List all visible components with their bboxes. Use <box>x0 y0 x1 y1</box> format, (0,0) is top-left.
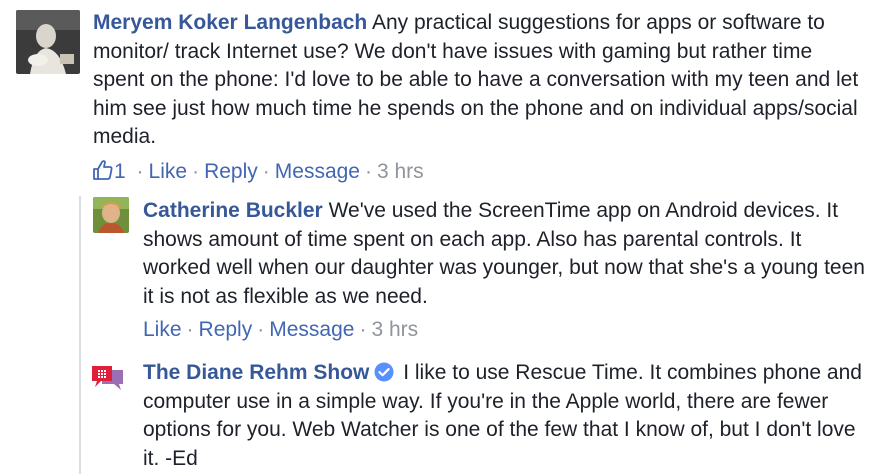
speech-bubbles-logo-icon <box>90 358 126 394</box>
avatar[interactable] <box>93 197 129 233</box>
reply-author[interactable]: The Diane Rehm Show <box>143 361 369 384</box>
thumbs-up-icon <box>93 160 113 180</box>
reply-author[interactable]: Catherine Buckler <box>143 199 323 222</box>
comment-actions: 1 · Like · Reply · Message · 3 hrs <box>92 158 424 186</box>
comment-author[interactable]: Meryem Koker Langenbach <box>93 11 367 34</box>
user-photo-icon <box>16 10 80 74</box>
separator: · <box>257 318 265 341</box>
separator: · <box>192 160 200 183</box>
separator: · <box>262 160 270 183</box>
avatar[interactable] <box>16 10 80 74</box>
reply-actions: Like · Reply · Message · 3 hrs <box>143 316 418 344</box>
comment-body: Meryem Koker Langenbach Any practical su… <box>93 9 863 152</box>
timestamp[interactable]: 3 hrs <box>377 160 424 183</box>
separator: · <box>359 318 367 341</box>
timestamp[interactable]: 3 hrs <box>371 318 418 341</box>
like-count[interactable]: 1 <box>92 160 132 183</box>
reply-button[interactable]: Reply <box>199 318 253 341</box>
like-button[interactable]: Like <box>149 160 188 183</box>
message-button[interactable]: Message <box>275 160 360 183</box>
reply-body: The Diane Rehm Show I like to use Rescue… <box>143 359 873 473</box>
reply-thread-line <box>79 196 81 474</box>
like-button[interactable]: Like <box>143 318 182 341</box>
user-photo-icon <box>93 197 129 233</box>
verified-badge-icon <box>374 362 394 382</box>
separator: · <box>186 318 194 341</box>
reply-button[interactable]: Reply <box>204 160 258 183</box>
like-count-number: 1 <box>114 160 126 183</box>
avatar[interactable] <box>90 358 126 394</box>
message-button[interactable]: Message <box>269 318 354 341</box>
separator: · <box>136 160 144 183</box>
separator: · <box>364 160 372 183</box>
reply-body: Catherine Buckler We've used the ScreenT… <box>143 197 873 311</box>
